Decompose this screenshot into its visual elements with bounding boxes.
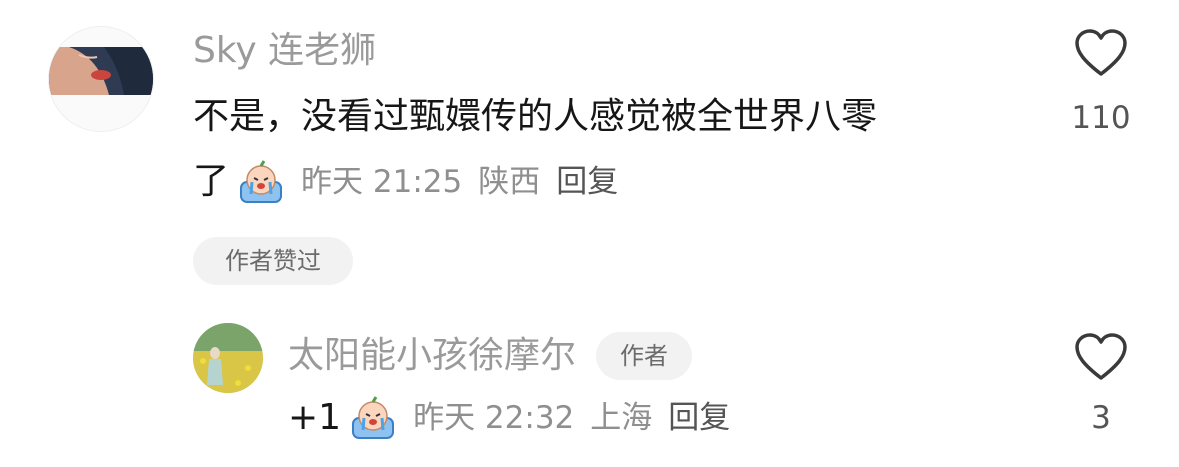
reply-header: 太阳能小孩徐摩尔 作者 bbox=[288, 332, 693, 380]
crying-emoji-icon bbox=[347, 396, 399, 440]
comment-time: 昨天 21:25 bbox=[301, 164, 463, 200]
reply-text: +1 bbox=[288, 397, 342, 438]
reply-time: 昨天 22:32 bbox=[413, 400, 575, 436]
crying-emoji-icon bbox=[235, 160, 287, 204]
reply-reply-button[interactable]: 回复 bbox=[668, 398, 730, 438]
reply-button[interactable]: 回复 bbox=[556, 162, 618, 202]
author-badge: 作者 bbox=[596, 332, 693, 380]
comment-text-line1: 不是，没看过甄嬛传的人感觉被全世界八零 bbox=[193, 96, 878, 137]
reply-second-line: +1 昨天 22:32 上海 回复 bbox=[288, 396, 730, 440]
comment-text-line2: 了 bbox=[193, 161, 230, 202]
reply-location: 上海 bbox=[590, 400, 653, 436]
comment-second-line: 了 昨天 21:25 陕西 回复 bbox=[193, 160, 618, 204]
comment-location: 陕西 bbox=[478, 164, 541, 200]
like-count: 110 bbox=[1071, 100, 1131, 136]
reply-username[interactable]: 太阳能小孩徐摩尔 bbox=[288, 334, 576, 378]
comment-username[interactable]: Sky 连老狮 bbox=[193, 29, 376, 73]
like-heart-icon[interactable] bbox=[1074, 28, 1128, 78]
reply-avatar[interactable] bbox=[193, 323, 263, 393]
reply-like-count: 3 bbox=[1091, 400, 1111, 436]
avatar[interactable] bbox=[48, 26, 154, 132]
reply-like-heart-icon[interactable] bbox=[1074, 332, 1128, 382]
author-liked-badge: 作者赞过 bbox=[193, 237, 353, 285]
